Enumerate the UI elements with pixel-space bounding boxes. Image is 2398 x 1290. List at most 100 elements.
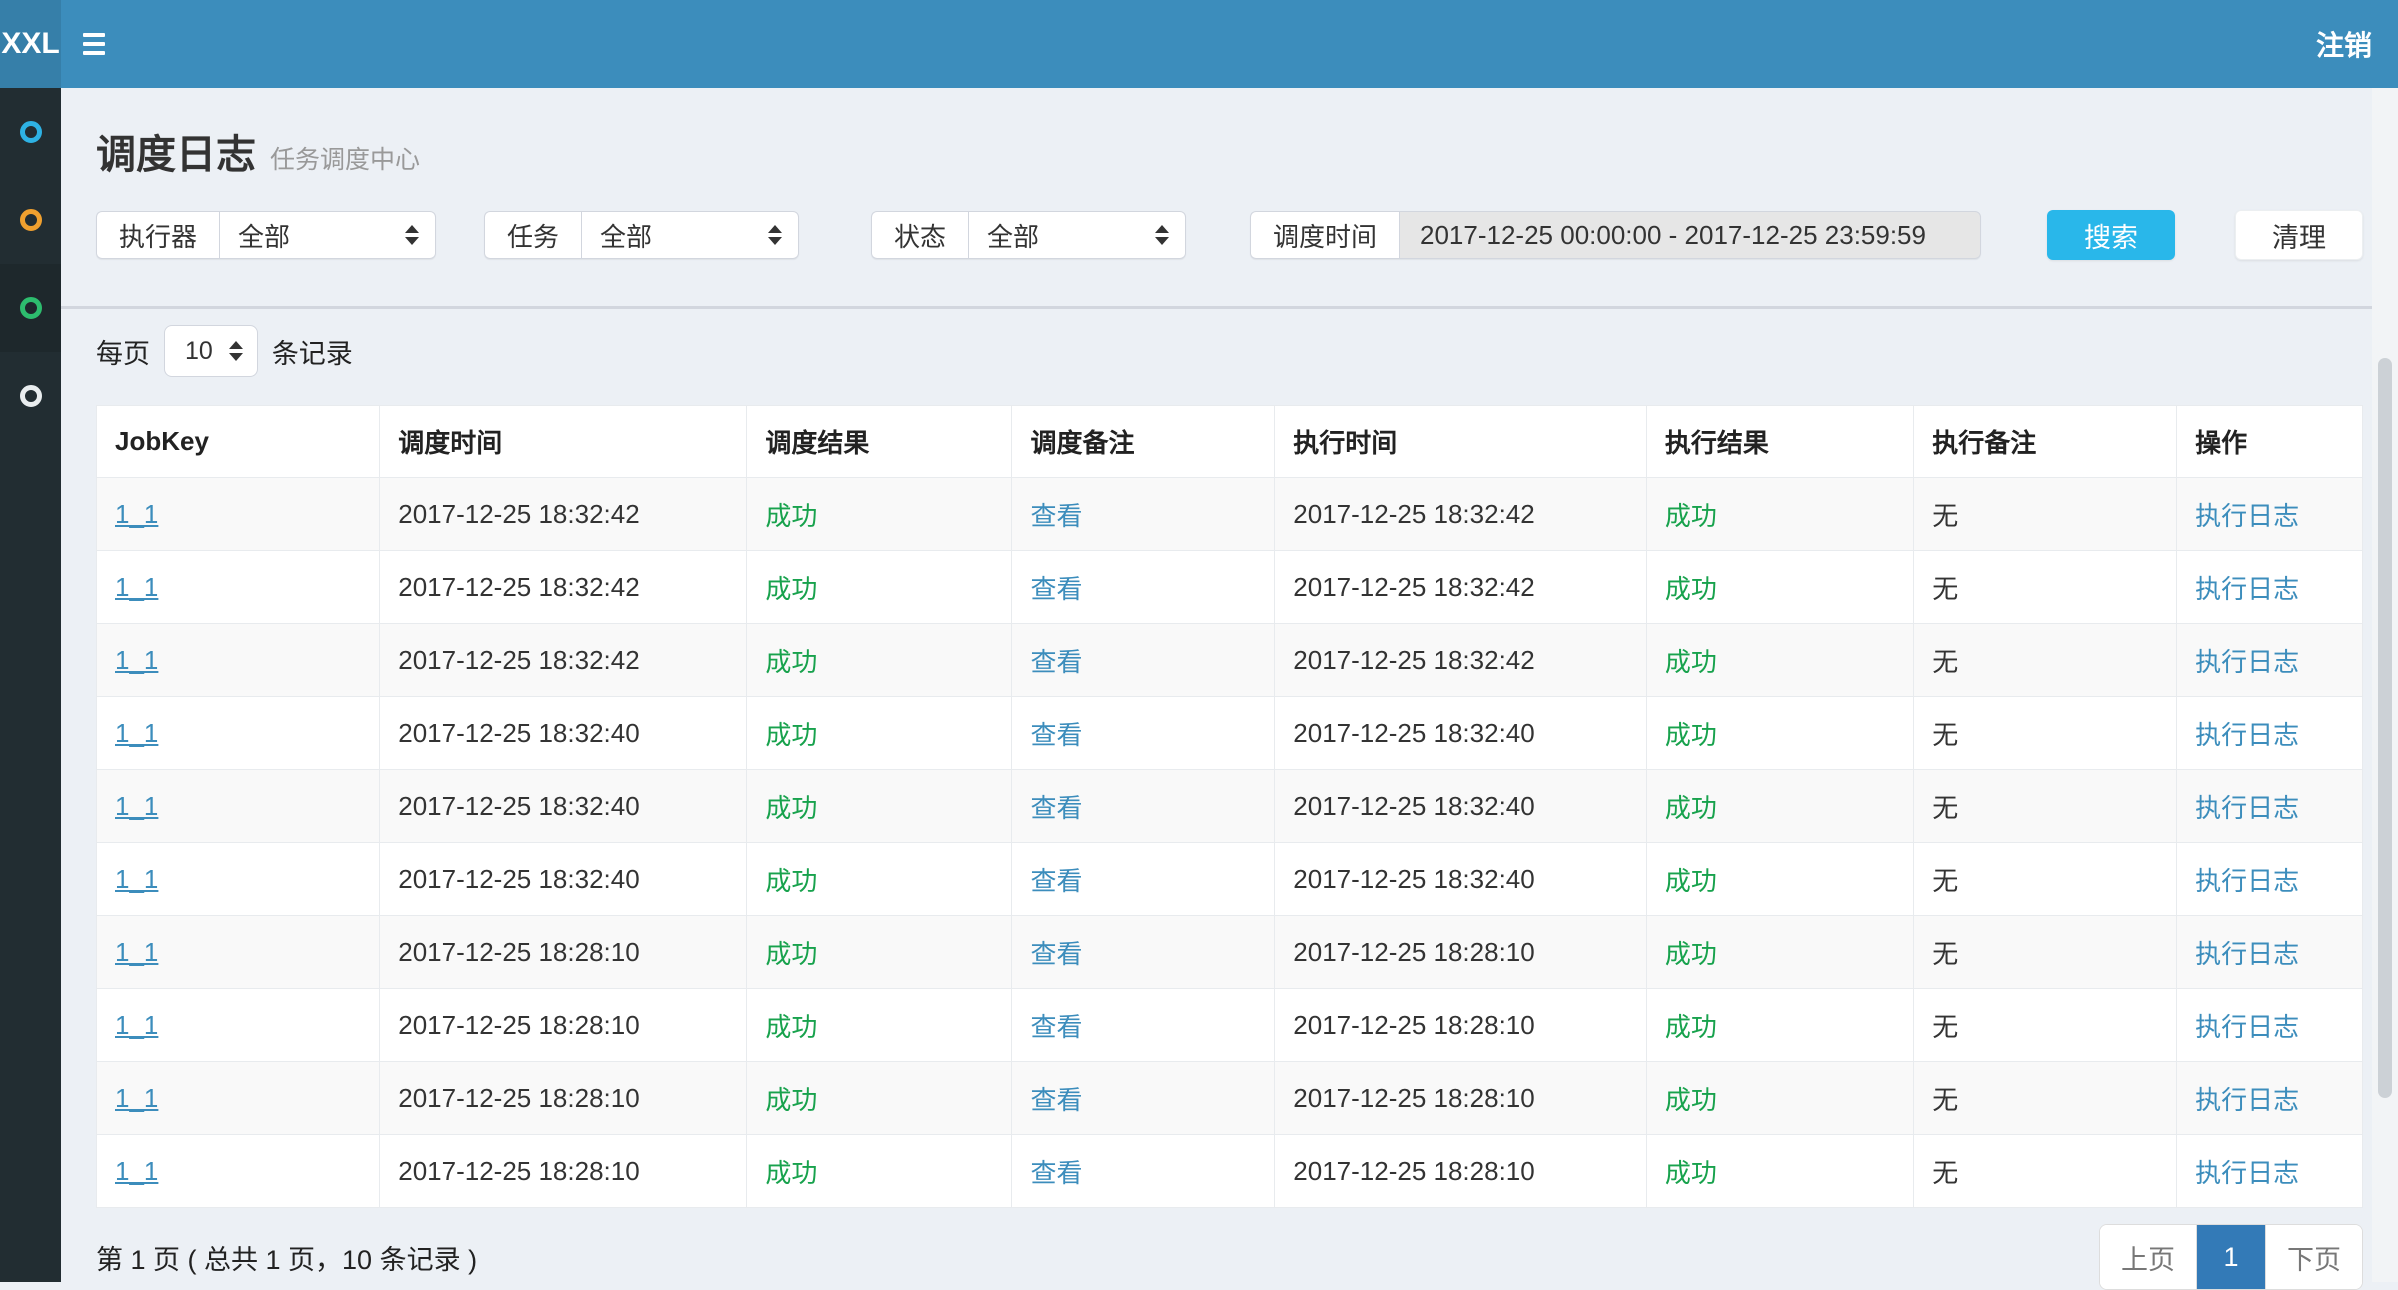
table-footer: 第 1 页 ( 总共 1 页，10 条记录 ) 上页 1 下页	[96, 1224, 2363, 1290]
handle-msg-cell: 无	[1914, 1062, 2177, 1135]
jobkey-link[interactable]: 1_1	[97, 916, 380, 989]
table-header-row: JobKey调度时间调度结果调度备注执行时间执行结果执行备注操作	[97, 406, 2363, 478]
clear-button[interactable]: 清理	[2235, 210, 2363, 260]
table-row: 1_12017-12-25 18:32:40成功查看2017-12-25 18:…	[97, 770, 2363, 843]
exec-log-link[interactable]: 执行日志	[2177, 1062, 2363, 1135]
exec-log-link[interactable]: 执行日志	[2177, 1135, 2363, 1208]
trigger-result: 成功	[747, 478, 1012, 551]
circle-o-icon	[20, 297, 42, 319]
jobkey-link[interactable]: 1_1	[97, 697, 380, 770]
time-range-input[interactable]: 2017-12-25 00:00:00 - 2017-12-25 23:59:5…	[1399, 211, 1981, 259]
sidebar-item-1[interactable]	[0, 88, 61, 176]
column-header: 调度备注	[1012, 406, 1275, 478]
trigger-time-cell: 2017-12-25 18:32:40	[380, 697, 747, 770]
view-link[interactable]: 查看	[1012, 1135, 1275, 1208]
view-link[interactable]: 查看	[1012, 697, 1275, 770]
trigger-result: 成功	[747, 697, 1012, 770]
next-page-button[interactable]: 下页	[2266, 1225, 2362, 1289]
filter-toolbar: 执行器 全部 任务 全部 状态 全部	[96, 210, 2363, 260]
trigger-result: 成功	[747, 843, 1012, 916]
prev-page-button[interactable]: 上页	[2100, 1225, 2196, 1289]
view-link[interactable]: 查看	[1012, 989, 1275, 1062]
executor-filter-label: 执行器	[96, 211, 219, 259]
view-link[interactable]: 查看	[1012, 551, 1275, 624]
handle-time-cell: 2017-12-25 18:28:10	[1275, 1135, 1647, 1208]
exec-log-link[interactable]: 执行日志	[2177, 989, 2363, 1062]
jobkey-link[interactable]: 1_1	[97, 989, 380, 1062]
view-link[interactable]: 查看	[1012, 843, 1275, 916]
main-content: 调度日志任务调度中心 执行器 全部 任务 全部 状态	[61, 88, 2398, 1282]
page-number-button[interactable]: 1	[2196, 1225, 2266, 1289]
handle-result: 成功	[1646, 478, 1913, 551]
exec-log-link[interactable]: 执行日志	[2177, 843, 2363, 916]
jobkey-link[interactable]: 1_1	[97, 770, 380, 843]
status-select[interactable]: 全部	[968, 211, 1186, 259]
sidebar-item-2[interactable]	[0, 176, 61, 264]
handle-result: 成功	[1646, 916, 1913, 989]
exec-log-link[interactable]: 执行日志	[2177, 478, 2363, 551]
column-header: JobKey	[97, 406, 380, 478]
handle-msg-cell: 无	[1914, 697, 2177, 770]
job-filter-label: 任务	[484, 211, 581, 259]
table-row: 1_12017-12-25 18:32:40成功查看2017-12-25 18:…	[97, 697, 2363, 770]
view-link[interactable]: 查看	[1012, 916, 1275, 989]
view-link[interactable]: 查看	[1012, 1062, 1275, 1135]
trigger-time-cell: 2017-12-25 18:28:10	[380, 916, 747, 989]
table-row: 1_12017-12-25 18:32:42成功查看2017-12-25 18:…	[97, 624, 2363, 697]
time-filter-label: 调度时间	[1250, 211, 1399, 259]
column-header: 执行结果	[1646, 406, 1913, 478]
job-select[interactable]: 全部	[581, 211, 799, 259]
handle-msg-cell: 无	[1914, 551, 2177, 624]
exec-log-link[interactable]: 执行日志	[2177, 697, 2363, 770]
jobkey-link[interactable]: 1_1	[97, 478, 380, 551]
sidebar-toggle-icon[interactable]	[83, 33, 105, 55]
view-link[interactable]: 查看	[1012, 770, 1275, 843]
trigger-time-cell: 2017-12-25 18:32:42	[380, 624, 747, 697]
page-size-select[interactable]: 10	[164, 325, 258, 377]
trigger-result: 成功	[747, 1062, 1012, 1135]
trigger-result: 成功	[747, 1135, 1012, 1208]
sidebar-item-3[interactable]	[0, 264, 61, 352]
logout-link[interactable]: 注销	[2316, 24, 2372, 64]
jobkey-link[interactable]: 1_1	[97, 551, 380, 624]
exec-log-link[interactable]: 执行日志	[2177, 770, 2363, 843]
sidebar-item-4[interactable]	[0, 352, 61, 440]
select-arrows-icon	[768, 225, 782, 245]
handle-time-cell: 2017-12-25 18:32:42	[1275, 478, 1647, 551]
handle-result: 成功	[1646, 770, 1913, 843]
jobkey-link[interactable]: 1_1	[97, 1062, 380, 1135]
trigger-result: 成功	[747, 551, 1012, 624]
exec-log-link[interactable]: 执行日志	[2177, 916, 2363, 989]
exec-log-link[interactable]: 执行日志	[2177, 551, 2363, 624]
select-arrows-icon	[1155, 225, 1169, 245]
handle-msg-cell: 无	[1914, 770, 2177, 843]
table-row: 1_12017-12-25 18:28:10成功查看2017-12-25 18:…	[97, 1062, 2363, 1135]
jobkey-link[interactable]: 1_1	[97, 843, 380, 916]
trigger-time-cell: 2017-12-25 18:28:10	[380, 1135, 747, 1208]
handle-msg-cell: 无	[1914, 624, 2177, 697]
job-select-value: 全部	[600, 217, 652, 254]
exec-log-link[interactable]: 执行日志	[2177, 624, 2363, 697]
executor-select[interactable]: 全部	[219, 211, 436, 259]
scrollbar-thumb[interactable]	[2378, 358, 2392, 1098]
page-title: 调度日志	[96, 133, 256, 177]
jobkey-link[interactable]: 1_1	[97, 1135, 380, 1208]
handle-msg-cell: 无	[1914, 989, 2177, 1062]
section-divider	[61, 306, 2398, 309]
handle-result: 成功	[1646, 1135, 1913, 1208]
handle-result: 成功	[1646, 1062, 1913, 1135]
jobkey-link[interactable]: 1_1	[97, 624, 380, 697]
table-row: 1_12017-12-25 18:28:10成功查看2017-12-25 18:…	[97, 989, 2363, 1062]
page-size-suffix: 条记录	[272, 332, 353, 371]
view-link[interactable]: 查看	[1012, 478, 1275, 551]
select-arrows-icon	[229, 341, 243, 361]
view-link[interactable]: 查看	[1012, 624, 1275, 697]
handle-time-cell: 2017-12-25 18:28:10	[1275, 989, 1647, 1062]
vertical-scrollbar[interactable]	[2372, 88, 2398, 1282]
handle-result: 成功	[1646, 624, 1913, 697]
column-header: 操作	[2177, 406, 2363, 478]
app-logo[interactable]: XXL	[0, 0, 61, 88]
handle-time-cell: 2017-12-25 18:32:40	[1275, 843, 1647, 916]
search-button[interactable]: 搜索	[2047, 210, 2175, 260]
log-table: JobKey调度时间调度结果调度备注执行时间执行结果执行备注操作 1_12017…	[96, 405, 2363, 1208]
